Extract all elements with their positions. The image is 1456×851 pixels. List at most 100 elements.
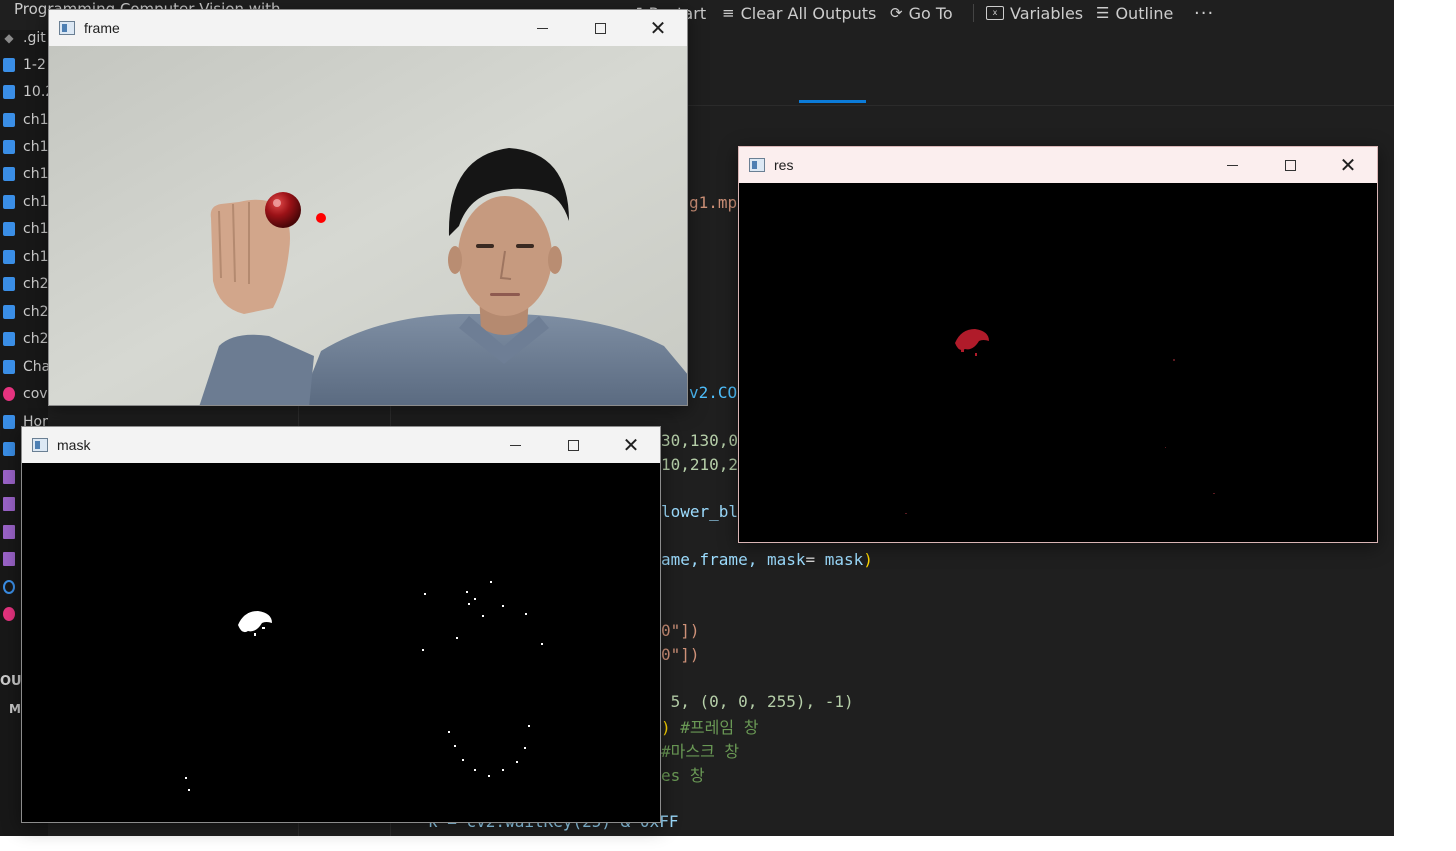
variables-label: Variables: [1010, 3, 1084, 23]
person-ear: [448, 246, 462, 274]
minimize-button[interactable]: [486, 427, 544, 463]
code-line-lower-bound: 30,130,0: [661, 431, 739, 450]
minimize-button[interactable]: [1203, 147, 1261, 183]
maximize-icon: [594, 22, 606, 34]
close-icon: ✕: [622, 433, 640, 457]
person-ear: [548, 246, 562, 274]
explorer-item[interactable]: ch1: [0, 133, 48, 160]
explorer-item-label: ch2: [23, 275, 48, 292]
go-to-icon: ⟳: [890, 4, 903, 22]
notebook-icon: [3, 166, 15, 181]
close-button[interactable]: ✕: [602, 427, 660, 463]
code-line-imshow-frame: ) #프레임 창: [661, 714, 758, 738]
explorer-item[interactable]: ch1: [0, 188, 48, 215]
image-icon: [3, 496, 15, 511]
maximize-icon: [567, 439, 579, 451]
code-line-moment-1: 0"]): [661, 621, 700, 640]
close-button[interactable]: ✕: [629, 10, 687, 46]
explorer-item-label: ch1: [23, 248, 48, 265]
close-button[interactable]: ✕: [1319, 147, 1377, 183]
mask-window[interactable]: mask ✕: [21, 426, 661, 823]
explorer-item[interactable]: 1-2: [0, 51, 48, 78]
variables-icon: x: [986, 6, 1004, 20]
notebook-icon: [3, 57, 15, 72]
explorer-item[interactable]: ch1: [0, 215, 48, 242]
code-line-moment-2: 0"]): [661, 645, 700, 664]
code-line-upper-bound: 10,210,2: [661, 455, 739, 474]
code-token: mask: [766, 550, 806, 569]
webcam-frame-image: [49, 46, 687, 405]
res-titlebar[interactable]: res ✕: [739, 147, 1377, 183]
mask-window-title: mask: [57, 437, 91, 453]
notebook-icon: [3, 304, 15, 319]
frame-window[interactable]: frame ✕: [48, 9, 688, 406]
binary-mask-image: [22, 463, 660, 822]
explorer-item-label: ch1: [23, 193, 48, 210]
minimize-icon: [509, 444, 521, 446]
code-token: =: [805, 550, 825, 569]
explorer-item[interactable]: ch2: [0, 298, 48, 325]
person-mouth: [490, 293, 520, 296]
outline-label: Outline: [1115, 3, 1174, 23]
clear-outputs-icon: ≡: [722, 4, 735, 22]
video-icon: [3, 606, 15, 621]
explorer-item-label: cov: [23, 385, 48, 402]
explorer-item-label: .git: [23, 29, 46, 46]
maximize-button[interactable]: [1261, 147, 1319, 183]
window-app-icon: [749, 158, 765, 172]
explorer-item[interactable]: cov: [0, 380, 48, 407]
explorer-item[interactable]: ch1: [0, 160, 48, 187]
mask-titlebar[interactable]: mask ✕: [22, 427, 660, 463]
notebook-icon: [3, 221, 15, 236]
outline-item-label[interactable]: M: [9, 702, 21, 716]
res-canvas: [739, 183, 1377, 542]
more-actions-button[interactable]: ···: [1194, 2, 1214, 24]
res-window-title: res: [774, 157, 794, 173]
code-comment: #프레임 창: [680, 718, 759, 737]
video-icon: [3, 386, 15, 401]
explorer-item-label: ch2: [23, 303, 48, 320]
explorer-item-label: ch2: [23, 330, 48, 347]
explorer-item[interactable]: 10.2: [0, 78, 48, 105]
window-app-icon: [32, 438, 48, 452]
variables-button[interactable]: x Variables: [986, 2, 1083, 24]
minimize-button[interactable]: [513, 10, 571, 46]
explorer-item-label: ch1: [23, 111, 48, 128]
explorer-item-label: 1-2: [23, 56, 46, 73]
red-cherry-object: [265, 192, 301, 228]
outline-icon: ☰: [1096, 4, 1110, 22]
explorer-item-label: ch1: [23, 165, 48, 182]
code-line-bitwise-and: ame,frame, mask= mask): [661, 550, 873, 569]
explorer-item[interactable]: ch2: [0, 325, 48, 352]
notebook-icon: [3, 194, 15, 209]
explorer-item[interactable]: Cha: [0, 353, 48, 380]
explorer-item-label: ch1: [23, 220, 48, 237]
window-app-icon: [59, 21, 75, 35]
image-icon: [3, 469, 15, 484]
go-to-label: Go To: [908, 3, 953, 23]
editor-divider: [688, 105, 1394, 106]
toolbar-separator: [973, 4, 974, 22]
close-icon: ✕: [649, 16, 667, 40]
go-to-button[interactable]: ⟳ Go To: [890, 2, 953, 24]
res-window[interactable]: res ✕: [738, 146, 1378, 543]
frame-titlebar[interactable]: frame ✕: [49, 10, 687, 46]
code-token: ): [863, 550, 873, 569]
explorer-item[interactable]: ch2: [0, 270, 48, 297]
notebook-icon: [3, 276, 15, 291]
clear-all-outputs-button[interactable]: ≡ Clear All Outputs: [722, 2, 876, 24]
notebook-icon: [3, 414, 15, 429]
maximize-button[interactable]: [544, 427, 602, 463]
explorer-item[interactable]: ch1: [0, 106, 48, 133]
notebook-icon: [3, 139, 15, 154]
notebook-icon: [3, 331, 15, 346]
explorer-item[interactable]: ch1: [0, 243, 48, 270]
outline-button[interactable]: ☰ Outline: [1096, 2, 1173, 24]
info-icon: [3, 579, 15, 594]
maximize-button[interactable]: [571, 10, 629, 46]
clear-all-outputs-label: Clear All Outputs: [740, 3, 877, 23]
code-line-imshow-mask: #마스크 창: [661, 742, 740, 761]
code-line-imshow-res: es 창: [661, 766, 705, 785]
notebook-icon: [3, 249, 15, 264]
active-tab-indicator: [799, 100, 866, 103]
